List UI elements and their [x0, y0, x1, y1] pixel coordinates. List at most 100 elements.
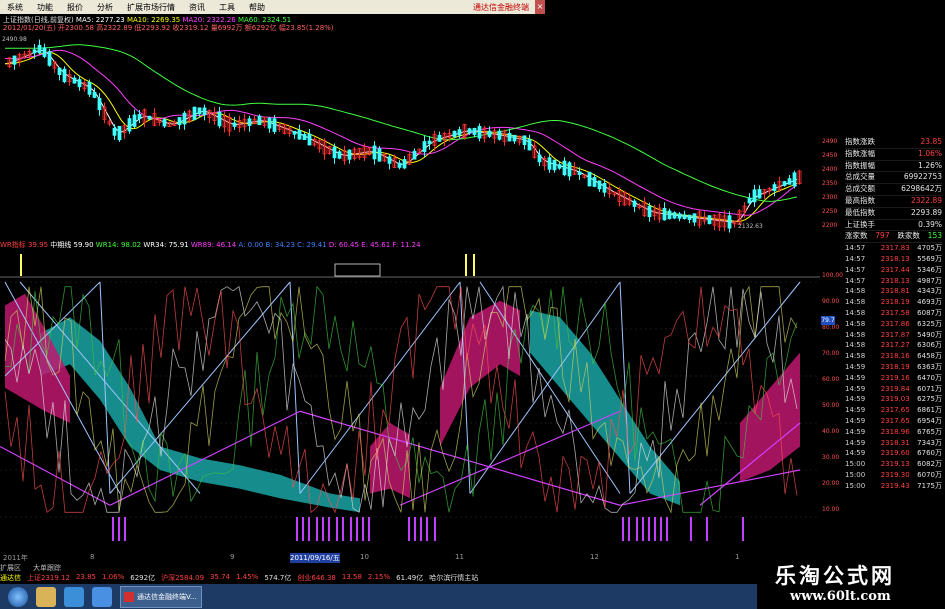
stat-value: 6298642万	[901, 184, 942, 194]
menu-info[interactable]: 资讯	[182, 2, 212, 13]
tick-cell: 5569万	[917, 254, 942, 263]
tab-extension[interactable]: 扩展区	[0, 563, 21, 573]
top-signal-marker	[465, 254, 467, 276]
menu-help[interactable]: 帮助	[242, 2, 272, 13]
tick-cell: 6363万	[917, 362, 942, 371]
top-box-marker	[334, 263, 381, 277]
indicator-value: A: 0.00	[238, 241, 266, 249]
tick-row: 14:59 2317.65 6954万	[845, 416, 942, 427]
tick-cell: 2318.16	[880, 352, 910, 361]
menu-system[interactable]: 系统	[0, 2, 30, 13]
tick-cell: 2318.31	[880, 438, 910, 447]
tick-row: 14:58 2317.87 5490万	[845, 330, 942, 341]
tick-cell: 2318.96	[880, 427, 910, 436]
candle-body	[137, 114, 142, 120]
tick-row: 14:59 2319.16 6470万	[845, 373, 942, 384]
candle-body	[557, 164, 562, 169]
taskbar-window-button[interactable]: 通达信金融终端V...	[120, 585, 202, 608]
advance-decline-row: 涨家数 797 跌家数 153	[845, 231, 942, 244]
indicator-chart[interactable]	[0, 252, 820, 550]
candle-body	[427, 140, 432, 145]
candle-body	[112, 127, 117, 136]
stat-row: 最高指数 2322.89	[845, 196, 942, 208]
quote-item: 2.15%	[367, 573, 391, 581]
tick-cell: 2317.44	[880, 265, 910, 274]
signal-bar	[368, 517, 370, 541]
tick-row: 15:00 2319.43 7175万	[845, 481, 942, 492]
candle-body	[757, 189, 762, 199]
tick-cell: 6954万	[917, 416, 942, 425]
index-quote-bar: 通达信 上证2319.12 23.85 1.06% 6292亿 沪深2584.09 35.7…	[0, 573, 840, 584]
tab-big-order[interactable]: 大单跟踪	[33, 563, 61, 573]
time-axis-label: 12	[590, 553, 599, 561]
indicator-line	[289, 281, 301, 494]
candle-body	[677, 213, 682, 219]
candle-body	[477, 125, 482, 139]
candle-body	[217, 111, 222, 127]
candle-body	[422, 141, 427, 153]
ma-line-path	[5, 51, 798, 222]
menu-quote[interactable]: 报价	[60, 2, 90, 13]
menu-function[interactable]: 功能	[30, 2, 60, 13]
stat-row: 指数涨跌 23.85	[845, 137, 942, 149]
price-axis-tick: 2200	[822, 222, 838, 229]
candle-body	[127, 118, 132, 132]
candle-body	[692, 213, 697, 223]
candle-body	[787, 178, 792, 185]
candle-body	[332, 146, 337, 159]
tick-row: 14:59 2319.84 6071万	[845, 384, 942, 395]
tick-cell: 6861万	[917, 406, 942, 415]
time-axis-label: 11	[455, 553, 464, 561]
tick-cell: 2318.81	[880, 287, 910, 296]
candle-body	[472, 128, 477, 136]
signal-bar	[362, 517, 364, 541]
stat-value: 0.39%	[918, 219, 942, 229]
signal-bar	[420, 517, 422, 541]
browser-icon[interactable]	[64, 586, 84, 607]
candle-body	[202, 107, 207, 116]
candle-body	[182, 112, 187, 125]
menu-analysis[interactable]: 分析	[90, 2, 120, 13]
start-icon[interactable]	[8, 586, 28, 607]
stat-row: 总成交量 69922753	[845, 172, 942, 185]
close-button[interactable]: ×	[535, 0, 545, 14]
indicator-axis-tick: 40.00	[822, 428, 840, 435]
tick-cell: 4693万	[917, 298, 942, 307]
indicator-band	[530, 310, 680, 506]
quote-item: 哈尔滨行情主站	[429, 574, 479, 582]
candle-body	[467, 128, 472, 134]
tick-cell: 2319.03	[880, 395, 910, 404]
signal-bar	[302, 517, 304, 541]
tick-cell: 2319.30	[880, 470, 910, 479]
candlestick-chart[interactable]	[0, 30, 820, 238]
tick-list[interactable]: 14:57 2317.83 4705万 14:57 2318.13 5569万 14:57 2…	[845, 243, 942, 491]
candle-body	[72, 77, 77, 84]
indicator-value: C: 29.41	[297, 241, 329, 249]
folder-icon[interactable]	[36, 586, 56, 607]
indicator-axis: 100.00 90.00 80.00 70.00 60.00 50.00 40.00 30.0…	[822, 272, 844, 532]
brand-url: www.60lt.com	[790, 589, 891, 604]
candle-body	[562, 160, 567, 176]
tick-cell: 2319.43	[880, 481, 910, 490]
price-axis-tick: 2450	[822, 152, 838, 159]
menu-extended-market[interactable]: 扩展市场行情	[120, 2, 182, 13]
internet-explorer-icon[interactable]	[92, 586, 112, 607]
candle-body	[512, 134, 517, 142]
tick-cell: 6306万	[917, 341, 942, 350]
signal-bar	[648, 517, 650, 541]
tick-cell: 7175万	[917, 481, 942, 490]
candle-body	[782, 181, 787, 186]
tick-cell: 4343万	[917, 287, 942, 296]
candle-body	[337, 151, 342, 159]
index-stats-panel: 指数涨跌 23.85 指数涨幅 1.06% 指数振幅 1.26% 总成交量 69922753 总…	[845, 137, 942, 492]
candle-body	[647, 205, 652, 218]
stat-label: 指数涨跌	[845, 137, 875, 146]
dec-value: 153	[927, 231, 942, 241]
tick-row: 15:00 2319.13 6082万	[845, 459, 942, 470]
menu-tools[interactable]: 工具	[212, 2, 242, 13]
candle-body	[257, 115, 262, 126]
candle-body	[587, 171, 592, 187]
tick-row: 14:58 2318.81 4343万	[845, 286, 942, 297]
stat-value: 1.26%	[918, 160, 942, 170]
tick-cell: 14:58	[845, 341, 866, 350]
